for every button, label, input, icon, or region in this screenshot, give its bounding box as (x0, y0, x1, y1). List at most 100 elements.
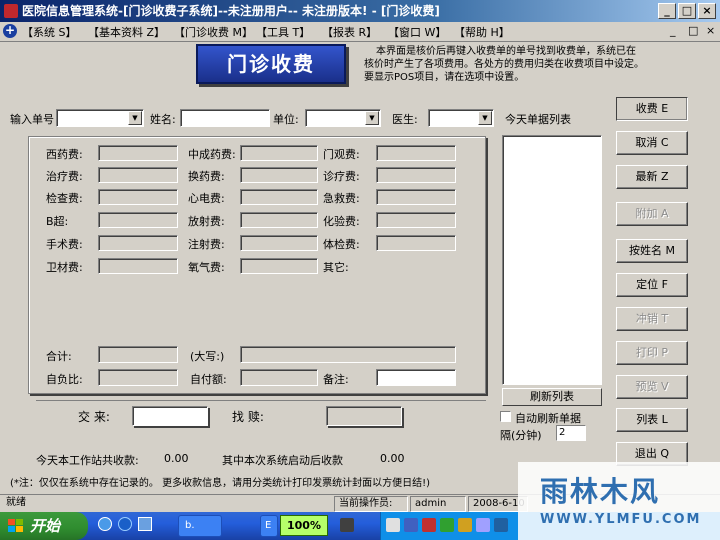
print-button[interactable]: 打印 P (616, 341, 688, 365)
cancel-button[interactable]: 取消 C (616, 131, 688, 155)
tray-icon[interactable] (476, 518, 490, 532)
remark-label: 备注: (323, 373, 349, 386)
caps-label: (大写:) (190, 350, 225, 363)
start-label: 开始 (30, 517, 61, 535)
child-restore-button[interactable]: □ (688, 24, 698, 37)
fee-label: 化验费: (323, 215, 360, 228)
fee-label: 心电费: (188, 192, 225, 205)
preview-button[interactable]: 预览 V (616, 375, 688, 399)
chevron-down-icon[interactable]: ▼ (478, 111, 492, 125)
quicklaunch-icon[interactable] (98, 517, 112, 531)
self-ratio-label: 自负比: (46, 373, 83, 386)
self-pay-label: 自付额: (190, 373, 227, 386)
note-line: 核价时产生了各项费用。各处方的费用归类在收费项目中设定。 (364, 59, 644, 70)
minimize-button[interactable]: _ (658, 3, 676, 19)
zoom-indicator[interactable]: 100% (280, 515, 328, 536)
fee-field (240, 212, 318, 228)
append-button[interactable]: 附加 A (616, 202, 688, 226)
menu-window[interactable]: 【窗口 W】 (388, 24, 446, 40)
fee-label: 检查费: (46, 192, 83, 205)
auto-refresh-checkbox[interactable] (500, 411, 511, 422)
menu-bar: + 【系统 S】 【基本资料 Z】 【门诊收费 M】 【工具 T】 【报表 R】… (0, 22, 720, 42)
taskbar-task-2[interactable]: E (260, 515, 278, 537)
menu-outpatient-fee[interactable]: 【门诊收费 M】 (174, 24, 253, 40)
menu-help[interactable]: 【帮助 H】 (454, 24, 510, 40)
refresh-list-button[interactable]: 刷新列表 (502, 388, 602, 406)
fee-field (98, 145, 178, 161)
interval-label: 隔(分钟) (500, 429, 542, 442)
station-total-label: 今天本工作站共收款: (36, 454, 139, 467)
close-button[interactable]: × (698, 3, 716, 19)
task-label: E (265, 520, 272, 531)
tray-icon[interactable] (440, 518, 454, 532)
plug-icon[interactable] (340, 518, 354, 532)
maximize-button[interactable]: □ (678, 3, 696, 19)
tray-icon[interactable] (386, 518, 400, 532)
remark-input[interactable] (376, 369, 456, 386)
tray-icon[interactable] (458, 518, 472, 532)
today-list[interactable] (502, 135, 602, 385)
ie-icon[interactable] (118, 517, 132, 531)
fee-label: 注射费: (188, 238, 225, 251)
fee-label: 急救费: (323, 192, 360, 205)
fee-label: 西药费: (46, 148, 83, 161)
taskbar-task[interactable]: b. (178, 515, 222, 537)
since-start-label: 其中本次系统启动后收款 (222, 454, 343, 467)
child-close-button[interactable]: × (706, 24, 715, 37)
self-ratio-field (98, 369, 178, 386)
interval-input[interactable]: 2 (556, 425, 586, 441)
order-no-combo[interactable]: ▼ (56, 109, 144, 127)
unit-combo[interactable]: ▼ (305, 109, 381, 127)
operator-label: 当前操作员: (334, 496, 408, 512)
latest-button[interactable]: 最新 Z (616, 165, 688, 189)
total-field (98, 346, 178, 363)
plus-icon[interactable]: + (3, 24, 17, 38)
fee-label: 卫材费: (46, 261, 83, 274)
fee-field (376, 189, 456, 205)
chevron-down-icon[interactable]: ▼ (365, 111, 379, 125)
fee-label: 诊疗费: (323, 170, 360, 183)
chevron-down-icon[interactable]: ▼ (128, 111, 142, 125)
by-name-button[interactable]: 按姓名 M (616, 239, 688, 263)
menu-reports[interactable]: 【报表 R】 (322, 24, 377, 40)
charge-button[interactable]: 收费 E (616, 97, 688, 121)
tray-icon[interactable] (494, 518, 508, 532)
menu-tools[interactable]: 【工具 T】 (256, 24, 310, 40)
fee-label: 换药费: (188, 170, 225, 183)
list-button[interactable]: 列表 L (616, 408, 688, 432)
app-icon (4, 4, 18, 18)
reverse-button[interactable]: 冲销 T (616, 307, 688, 331)
child-minimize-button[interactable]: _ (670, 24, 676, 37)
fee-label: 放射费: (188, 215, 225, 228)
fee-field (240, 145, 318, 161)
start-button[interactable]: 开始 (0, 512, 88, 540)
fee-label: 氧气费: (188, 261, 225, 274)
menu-basic-data[interactable]: 【基本资料 Z】 (88, 24, 165, 40)
locate-button[interactable]: 定位 F (616, 273, 688, 297)
paid-input[interactable] (132, 406, 208, 426)
instruction-note: 本界面是核价后再键入收费单的单号找到收费单，系统已在 核价时产生了各项费用。各处… (364, 45, 644, 84)
desktop-icon[interactable] (138, 517, 152, 531)
fee-field (98, 167, 178, 183)
fee-field (98, 189, 178, 205)
tray-icon[interactable] (422, 518, 436, 532)
fee-label: 中成药费: (188, 148, 236, 161)
doctor-combo[interactable]: ▼ (428, 109, 494, 127)
since-start-value: 0.00 (380, 452, 405, 465)
unit-label: 单位: (273, 113, 299, 126)
order-no-label: 输入单号 (10, 113, 54, 126)
menu-system[interactable]: 【系统 S】 (22, 24, 76, 40)
fee-field (240, 167, 318, 183)
windows-logo-icon (8, 519, 24, 533)
watermark-logo: 雨林木风 (540, 475, 661, 508)
change-field (326, 406, 402, 426)
divider (36, 400, 486, 401)
fee-label: 体检费: (323, 238, 360, 251)
window-title-bar[interactable]: 医院信息管理系统-[门诊收费子系统]--未注册用户-- 未注册版本! - [门诊… (0, 0, 720, 22)
fee-field (98, 258, 178, 274)
auto-refresh-label: 自动刷新单据 (515, 412, 581, 425)
fee-label: 手术费: (46, 238, 83, 251)
name-input[interactable] (180, 109, 270, 127)
tray-icon[interactable] (404, 518, 418, 532)
fee-field (376, 235, 456, 251)
